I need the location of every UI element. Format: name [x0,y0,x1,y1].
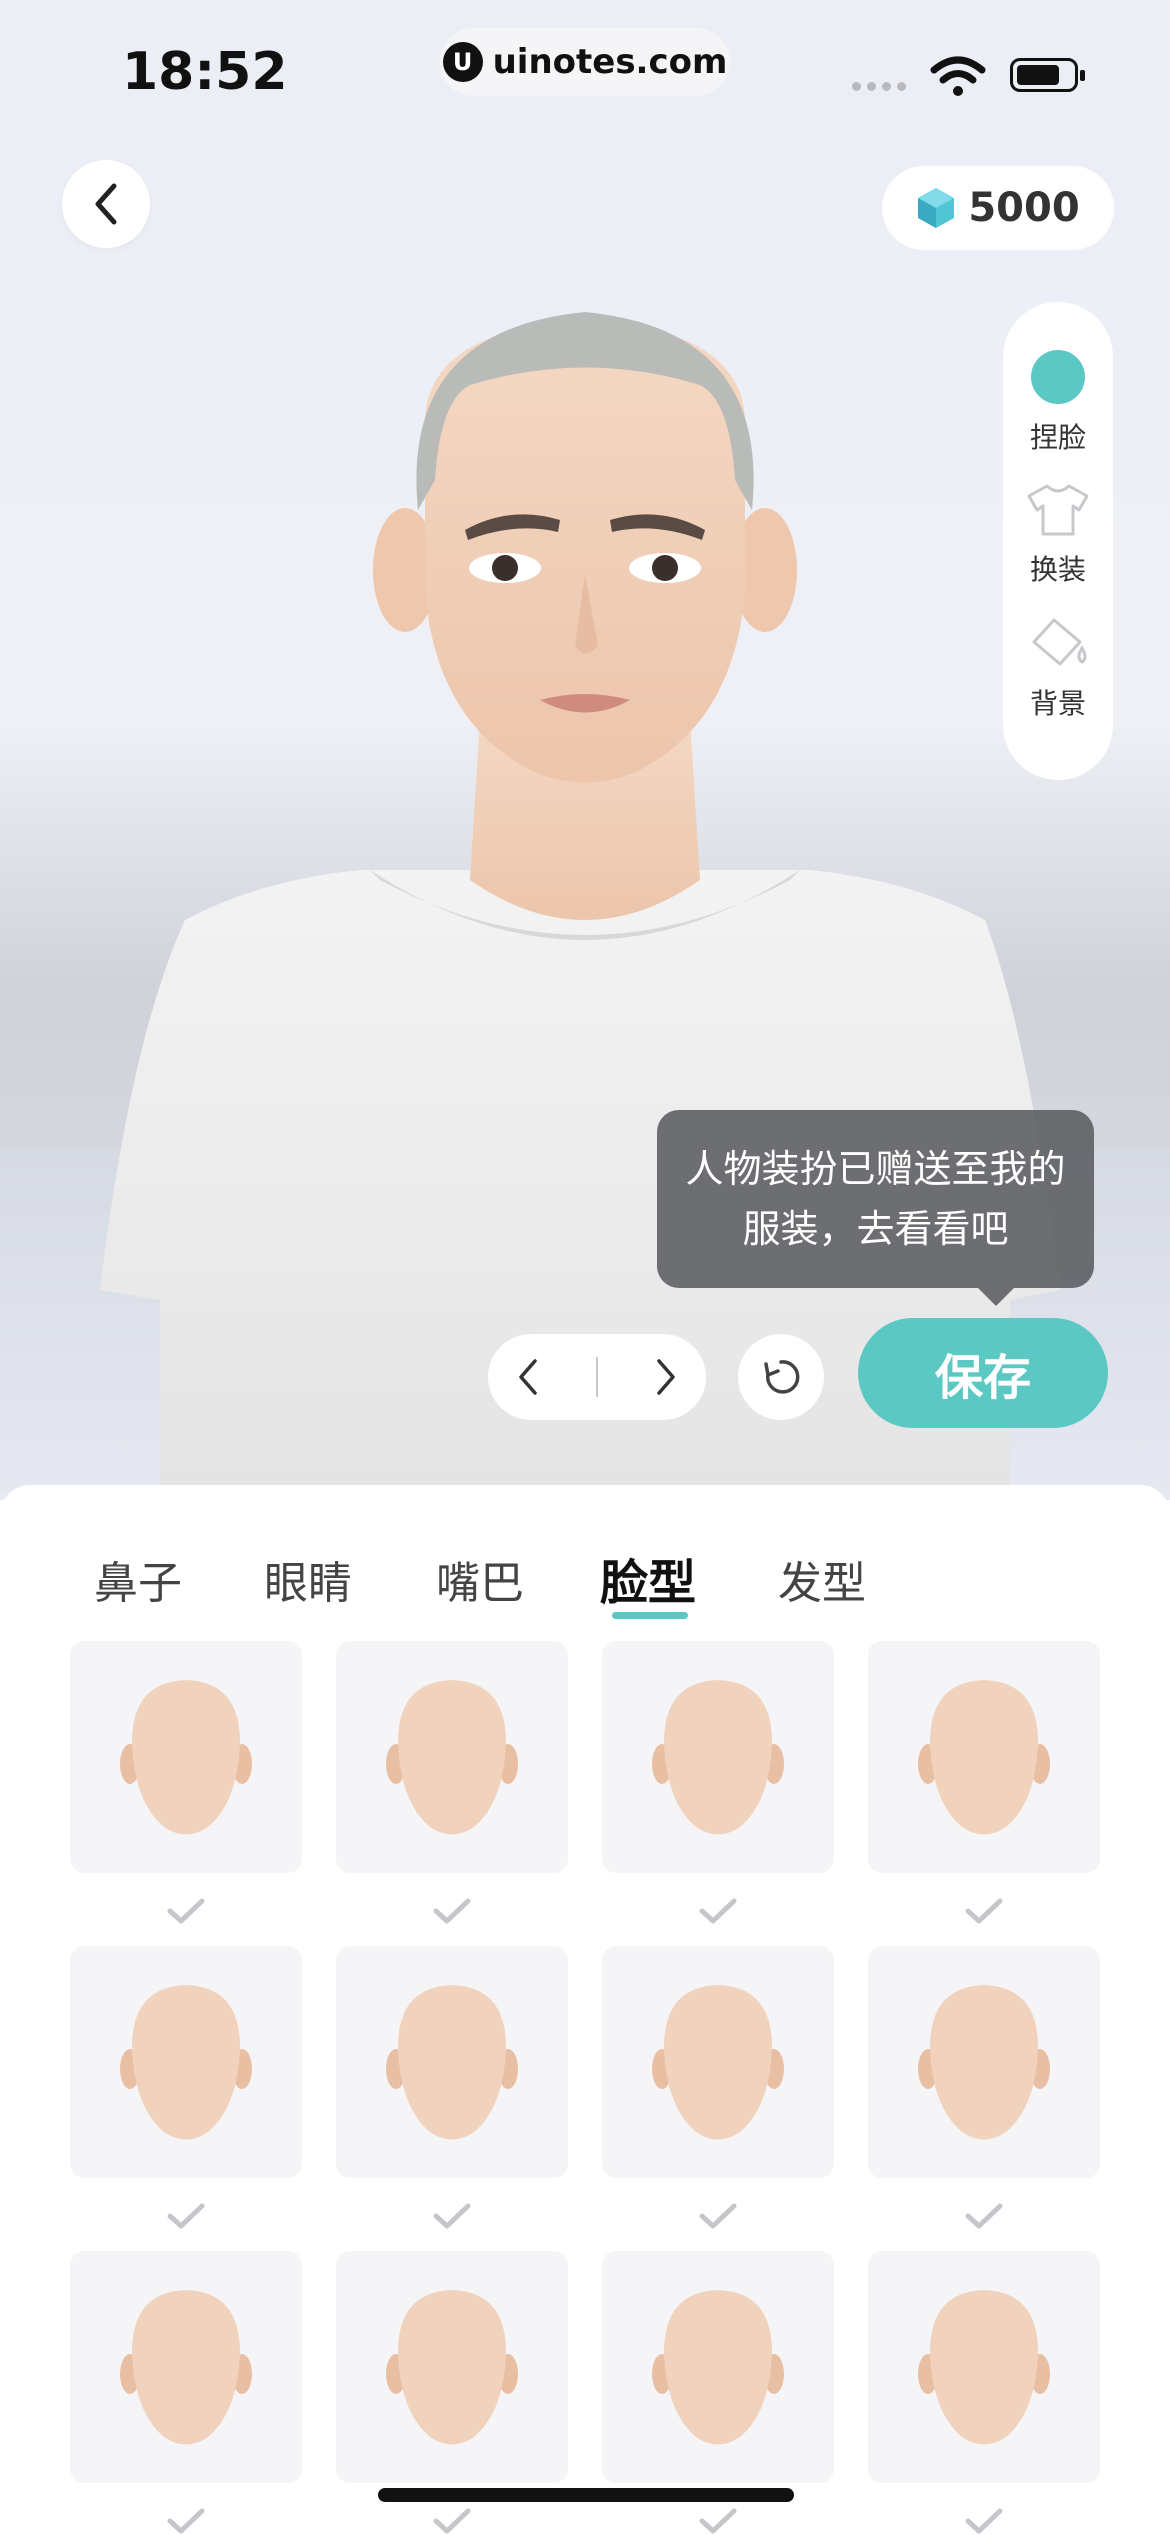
checkmark-icon [433,1898,471,1924]
side-item-label: 捏脸 [1029,421,1086,454]
side-item-outfit[interactable]: 换装 [1025,482,1091,588]
face-icon [1031,350,1085,404]
reset-button[interactable] [738,1334,824,1420]
checkmark-icon [167,2508,205,2534]
head-thumbnail-icon [120,1680,252,1835]
side-item-label: 换装 [1029,553,1086,586]
save-button[interactable]: 保存 [858,1318,1108,1428]
status-time: 18:52 [122,42,288,102]
face-shape-option[interactable] [868,1946,1100,2178]
head-thumbnail-icon [120,1985,252,2140]
side-item-background[interactable]: 背景 [1026,614,1090,722]
cellular-signal-icon [852,82,906,91]
battery-icon [1010,58,1085,92]
background-watermark [330,400,850,700]
url-text: uinotes.com [492,42,728,82]
head-thumbnail-icon [652,1680,784,1835]
tab-nose[interactable]: 鼻子 [94,1547,182,1611]
chevron-left-icon[interactable] [515,1355,541,1399]
shirt-icon [1027,484,1089,536]
face-shape-option[interactable] [70,2251,302,2483]
head-thumbnail-icon [386,1985,518,2140]
face-shape-option[interactable] [336,1946,568,2178]
tab-mouth[interactable]: 嘴巴 [436,1547,524,1611]
face-shape-option[interactable] [70,1641,302,1873]
checkmark-icon [699,2508,737,2534]
head-thumbnail-icon [918,1985,1050,2140]
gift-tooltip[interactable]: 人物装扮已赠送至我的 服装，去看看吧 [657,1110,1094,1288]
customization-panel: 鼻子 眼睛 嘴巴 脸型 发型 [0,1485,1170,2534]
paint-bucket-icon [1032,618,1087,666]
checkmark-icon [167,1898,205,1924]
face-shape-option[interactable] [602,2251,834,2483]
head-thumbnail-icon [386,1680,518,1835]
head-thumbnail-icon [386,2290,518,2445]
side-item-face[interactable]: 捏脸 [1029,348,1087,456]
back-button[interactable] [62,160,150,248]
tooltip-line-2: 服装，去看看吧 [742,1207,1009,1251]
head-thumbnail-icon [918,2290,1050,2445]
head-thumbnail-icon [918,1680,1050,1835]
reset-icon [764,1360,800,1394]
head-thumbnail-icon [120,2290,252,2445]
coin-value: 5000 [968,185,1080,231]
side-item-label: 背景 [1029,687,1086,720]
face-shape-option[interactable] [70,1946,302,2178]
checkmark-icon [965,2203,1003,2229]
face-shape-option[interactable] [868,2251,1100,2483]
checkmark-icon [965,2508,1003,2534]
coin-balance[interactable]: 5000 [882,166,1114,250]
step-navigation [488,1334,706,1420]
category-tabs: 鼻子 眼睛 嘴巴 脸型 发型 [0,1525,1170,1625]
chevron-left-icon [95,183,117,225]
face-shape-option[interactable] [602,1946,834,2178]
tab-hair[interactable]: 发型 [778,1547,866,1611]
tooltip-line-1: 人物装扮已赠送至我的 [685,1147,1066,1191]
tooltip-arrow [978,1288,1014,1306]
face-shape-option[interactable] [602,1641,834,1873]
site-logo-icon: U [442,42,483,82]
checkmark-icon [699,2203,737,2229]
head-thumbnail-icon [652,2290,784,2445]
face-shape-option[interactable] [336,2251,568,2483]
face-shape-option[interactable] [336,1641,568,1873]
chevron-right-icon[interactable] [653,1355,679,1399]
side-menu: 捏脸 换装 背景 [1003,302,1113,780]
checkmark-icon [167,2203,205,2229]
status-bar: 18:52 U uinotes.com [0,0,1170,140]
checkmark-icon [433,2203,471,2229]
active-tab-indicator [612,1612,688,1619]
checkmark-icon [699,1898,737,1924]
face-shape-option[interactable] [868,1641,1100,1873]
tab-eyes[interactable]: 眼睛 [264,1547,352,1611]
wifi-icon [930,56,986,96]
tab-face-shape[interactable]: 脸型 [600,1543,696,1613]
head-thumbnail-icon [652,1985,784,2140]
checkmark-icon [965,1898,1003,1924]
checkmark-icon [433,2508,471,2534]
home-indicator [378,2488,794,2502]
gem-icon [918,188,955,228]
url-pill[interactable]: U uinotes.com [440,28,730,96]
nav-divider [595,1357,598,1397]
